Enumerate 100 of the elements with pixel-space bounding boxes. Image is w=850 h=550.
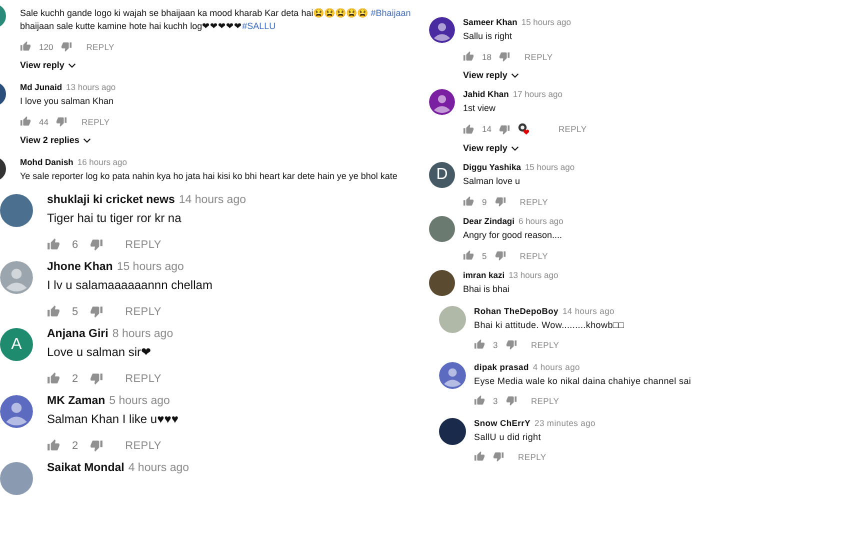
reply-button[interactable]: REPLY [558, 124, 587, 134]
like-count: 14 [482, 124, 492, 134]
like-count: 3 [493, 340, 498, 350]
reply-button[interactable]: REPLY [125, 306, 162, 318]
view-replies-button[interactable]: View 2 replies [20, 135, 92, 145]
thumbs-down-icon[interactable] [61, 41, 72, 52]
author-name[interactable]: MK Zaman [47, 395, 106, 407]
thumbs-down-icon[interactable] [90, 439, 104, 452]
thumbs-up-icon[interactable] [474, 339, 485, 350]
view-replies-button[interactable]: View reply [463, 70, 520, 80]
comment-time[interactable]: 15 hours ago [521, 17, 571, 27]
thumbs-down-icon[interactable] [506, 339, 517, 350]
reply-button[interactable]: REPLY [520, 196, 548, 206]
thumbs-up-icon[interactable] [47, 238, 60, 251]
author-name[interactable]: Jhone Khan [47, 261, 113, 273]
author-name[interactable]: Rohan TheDepoBoy [474, 306, 558, 316]
avatar-photo-placeholder[interactable] [429, 270, 455, 296]
thumbs-up-icon[interactable] [463, 51, 474, 62]
thumbs-down-icon[interactable] [90, 372, 104, 385]
comment-time[interactable]: 13 hours ago [66, 82, 116, 92]
chevron-down-icon [511, 72, 520, 78]
avatar-photo-placeholder[interactable] [439, 418, 466, 445]
thumbs-up-icon[interactable] [474, 395, 485, 406]
thumbs-up-icon[interactable] [463, 124, 474, 134]
comment-time[interactable]: 23 minutes ago [534, 418, 596, 428]
author-name[interactable]: imran kazi [463, 270, 505, 280]
author-name[interactable]: Mohd Danish [20, 157, 74, 167]
thumbs-down-icon[interactable] [56, 116, 68, 127]
author-name[interactable]: Md Junaid [20, 82, 62, 92]
author-name[interactable]: Dear Zindagi [463, 216, 514, 226]
view-replies-button[interactable]: View reply [463, 143, 520, 153]
comment-time[interactable]: 16 hours ago [77, 157, 127, 167]
thumbs-up-icon[interactable] [20, 116, 31, 127]
thumbs-down-icon[interactable] [499, 51, 510, 62]
hashtag-link[interactable]: #Bhaijaan [370, 8, 411, 18]
comment-time[interactable]: 15 hours ago [116, 261, 184, 273]
comment-time[interactable]: 17 hours ago [512, 89, 562, 99]
thumbs-down-icon[interactable] [494, 250, 506, 261]
comment-time[interactable]: 5 hours ago [109, 395, 170, 407]
thumbs-down-icon[interactable] [90, 238, 104, 251]
avatar[interactable]: D [429, 162, 455, 188]
thumbs-up-icon[interactable] [463, 250, 474, 261]
user-avatar-icon[interactable] [439, 362, 466, 389]
reply-button[interactable]: REPLY [524, 52, 553, 62]
author-name[interactable]: dipak prasad [474, 362, 529, 372]
comment-time[interactable]: 14 hours ago [562, 306, 614, 316]
comment-text: Tiger hai tu tiger ror kr na [47, 211, 182, 226]
thumbs-down-icon[interactable] [499, 124, 510, 134]
thumbs-down-icon[interactable] [90, 305, 104, 318]
user-avatar-icon[interactable] [0, 395, 33, 428]
thumbs-up-icon[interactable] [463, 196, 474, 207]
thumbs-down-icon[interactable] [506, 395, 517, 406]
avatar[interactable]: A [0, 328, 33, 361]
reply-button[interactable]: REPLY [520, 250, 548, 260]
reply-button[interactable]: REPLY [81, 116, 110, 126]
comment-time[interactable]: 4 hours ago [532, 362, 580, 372]
reply-button[interactable]: REPLY [530, 340, 560, 350]
author-name[interactable]: Diggu Yashika [463, 162, 521, 172]
comment-time[interactable]: 8 hours ago [112, 328, 174, 340]
author-name[interactable]: Jahid Khan [463, 89, 509, 99]
like-count: 44 [39, 116, 48, 126]
like-count: 2 [72, 440, 78, 452]
author-name[interactable]: Saikat Mondal [47, 462, 124, 474]
thumbs-down-icon[interactable] [494, 196, 506, 207]
reply-button[interactable]: REPLY [125, 238, 162, 250]
like-count: 120 [39, 42, 54, 52]
author-name[interactable]: Anjana Giri [47, 328, 108, 340]
reply-button[interactable]: REPLY [530, 396, 560, 406]
comment-time[interactable]: 13 hours ago [508, 270, 558, 280]
reply-button[interactable]: REPLY [86, 42, 114, 52]
chevron-down-icon [83, 138, 92, 142]
like-count: 18 [482, 52, 492, 62]
author-name[interactable]: Sameer Khan [463, 17, 518, 27]
comment-text: Bhai is bhai [463, 283, 511, 296]
author-name[interactable]: Snow ChErrY [474, 418, 531, 428]
comment-time[interactable]: 4 hours ago [128, 462, 190, 474]
reply-button[interactable]: REPLY [125, 440, 162, 452]
comment-text: Ye sale reporter log ko pata nahin kya ho jata hai kisi ko bhi heart kar dete hain ye ye bhol kate [20, 170, 398, 183]
thumbs-down-icon[interactable] [493, 451, 504, 462]
chevron-down-icon [68, 62, 76, 68]
like-count: 3 [493, 396, 498, 406]
thumbs-up-icon[interactable] [47, 372, 60, 385]
user-avatar-icon[interactable] [429, 89, 455, 115]
comment-text: I lv u salamaaaaaannn chellam [47, 278, 212, 293]
user-avatar-icon[interactable] [429, 17, 455, 43]
comment-text: Sallu is right [463, 30, 514, 43]
comment-text: Angry for good reason.... [463, 229, 564, 242]
like-count: 5 [72, 306, 78, 318]
view-replies-button[interactable]: View reply [20, 60, 76, 70]
thumbs-up-icon[interactable] [474, 451, 485, 462]
comment-time[interactable]: 15 hours ago [524, 162, 575, 172]
hashtag-link[interactable]: #SALLU [242, 21, 276, 31]
thumbs-up-icon[interactable] [47, 305, 60, 318]
comment-time[interactable]: 6 hours ago [518, 216, 564, 226]
comment-time[interactable]: 14 hours ago [178, 194, 246, 206]
author-name[interactable]: shuklaji ki cricket news [47, 194, 175, 206]
thumbs-up-icon[interactable] [47, 439, 60, 452]
reply-button[interactable]: REPLY [518, 452, 546, 462]
thumbs-up-icon[interactable] [20, 41, 31, 52]
reply-button[interactable]: REPLY [125, 372, 162, 384]
